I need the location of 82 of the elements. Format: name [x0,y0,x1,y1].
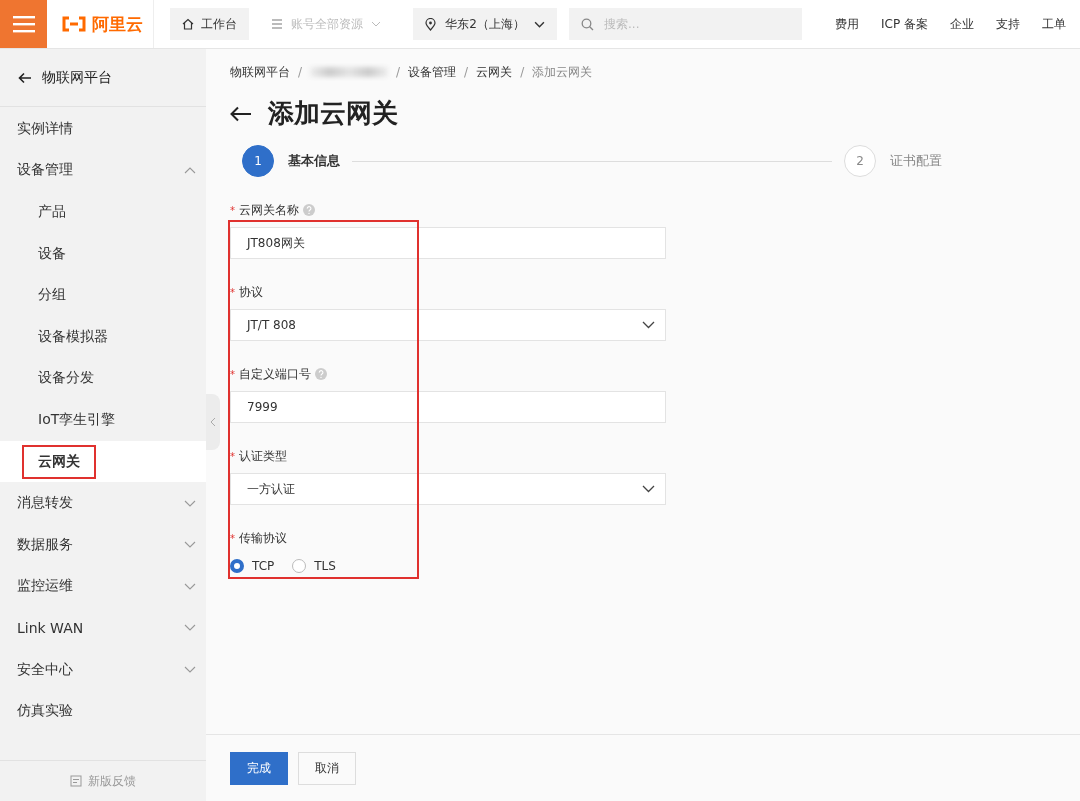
message-icon [70,775,82,787]
finish-button[interactable]: 完成 [230,751,288,785]
required-mark: * [230,450,235,462]
top-nav-link[interactable]: ICP 备案 [881,15,928,33]
chevron-down-icon [642,321,655,329]
breadcrumb-separator: / [298,65,303,79]
field-label: 协议 [239,283,263,301]
sidebar-subitem-label: 分组 [37,285,67,305]
sidebar-item[interactable]: Link WAN [0,607,206,649]
breadcrumb-separator: / [396,65,401,79]
text-input[interactable]: JT808网关 [230,227,666,259]
top-nav-link[interactable]: 企业 [950,15,974,33]
top-nav-link[interactable]: 支持 [996,15,1020,33]
sidebar-subitem-label: 设备分发 [37,368,95,388]
required-mark: * [230,204,235,216]
required-mark: * [230,368,235,380]
page-title: 添加云网关 [268,97,398,130]
collapse-handle[interactable] [206,394,220,450]
region-dropdown[interactable]: 华东2（上海） [413,8,557,40]
breadcrumb-link[interactable]: 云网关 [476,63,513,81]
menu-icon [12,15,35,33]
step-number: 1 [242,145,274,177]
breadcrumb-link[interactable]: 物联网平台 [230,63,290,81]
sidebar-subitem[interactable]: 产品 [0,191,206,233]
sidebar-subitem[interactable]: 设备分发 [0,357,206,400]
sidebar-item[interactable]: 监控运维 [0,565,206,608]
sidebar-subitem[interactable]: IoT孪生引擎 [0,399,206,441]
select-field[interactable]: 一方认证 [230,473,666,505]
chevron-down-icon [371,21,381,27]
step-label: 基本信息 [288,152,340,170]
sidebar-item[interactable]: 仿真实验 [0,690,206,732]
radio-button[interactable] [292,559,307,573]
top-nav-link[interactable]: 费用 [835,15,860,33]
back-arrow-icon [18,71,32,84]
field-label: 自定义端口号 [239,365,311,383]
sidebar-subitem-label: 产品 [37,202,67,221]
workbench-button[interactable]: 工作台 [170,8,249,40]
menu-button[interactable] [0,0,47,48]
help-icon[interactable] [315,368,327,380]
text-input[interactable]: 7999 [230,391,666,423]
required-mark: * [230,286,235,298]
sidebar-item[interactable]: 实例详情 [0,108,206,150]
step-number: 2 [844,145,876,177]
chevron-left-icon [210,417,216,427]
logo-text: 阿里云 [92,12,143,36]
sidebar-subitem[interactable]: 设备模拟器 [0,315,206,358]
search-icon [581,18,594,31]
field-label: 云网关名称 [239,201,299,219]
sidebar-subitem-label: IoT孪生引擎 [37,409,117,429]
back-link[interactable]: 物联网平台 [0,49,206,107]
location-pin-icon [425,17,436,31]
chevron-down-icon [534,20,545,28]
breadcrumb-separator: / [520,65,525,79]
breadcrumb-link[interactable]: 设备管理 [408,63,457,81]
top-nav-link[interactable]: 工单 [1042,15,1066,33]
cancel-button[interactable]: 取消 [298,751,356,785]
radio-option[interactable]: TLS [292,559,336,573]
sidebar-item[interactable]: 设备管理 [0,149,206,192]
sidebar-subitem-label: 设备 [37,243,67,263]
sidebar-item[interactable]: 消息转发 [0,482,206,524]
sidebar-subitem[interactable]: 云网关 [0,440,206,483]
field-label: 传输协议 [239,529,287,547]
radio-button[interactable] [230,559,244,573]
stack-icon [271,18,283,30]
step-label: 证书配置 [890,152,942,170]
radio-option[interactable]: TCP [230,559,275,573]
sidebar-item[interactable]: 安全中心 [0,648,206,691]
home-icon [182,18,194,30]
help-icon[interactable] [303,204,315,216]
chevron-down-icon [642,485,655,493]
sidebar-subitem[interactable]: 分组 [0,274,206,316]
breadcrumb-separator: / [464,65,469,79]
select-field[interactable]: JT/T 808 [230,309,666,341]
required-mark: * [230,532,235,544]
field-label: 认证类型 [239,447,287,465]
breadcrumb-current: 添加云网关 [532,63,593,81]
logo-icon [61,16,87,32]
sidebar-item[interactable]: 数据服务 [0,523,206,566]
back-arrow-icon[interactable] [230,105,252,122]
sidebar-subitem[interactable]: 设备 [0,232,206,275]
sidebar-subitem-label: 设备模拟器 [37,326,109,346]
sidebar-subitem-label: 云网关 [22,444,96,479]
